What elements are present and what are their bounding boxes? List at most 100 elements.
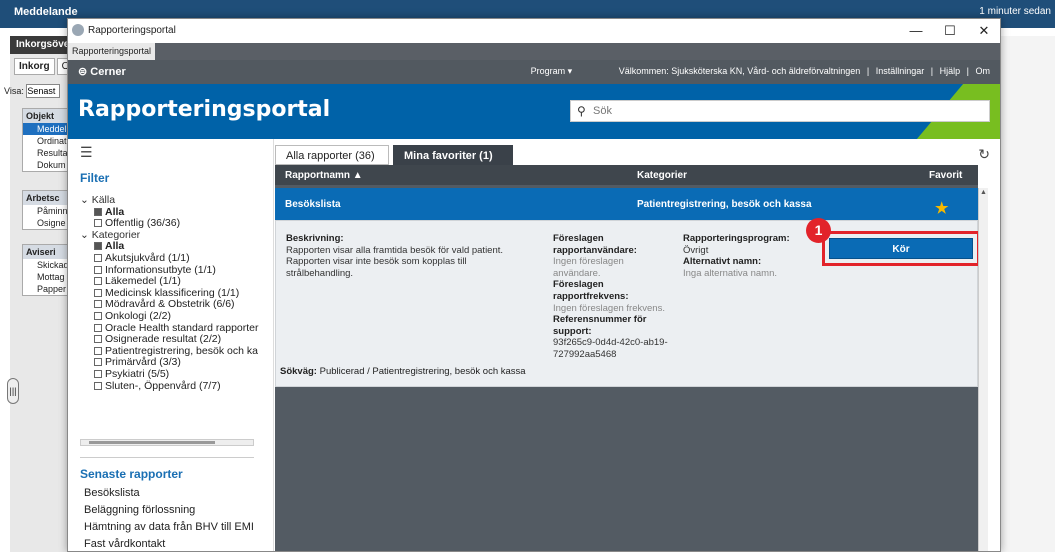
report-portal-window: Rapporteringsportal — ☐ ✕ Rapporteringsp… (67, 18, 1001, 552)
checkbox-icon (94, 335, 102, 344)
background-box-objekt: Objekt Meddel Ordinat Resultat Dokum (22, 108, 68, 172)
box-item[interactable]: Papper (23, 283, 67, 295)
recent-report-link[interactable]: Beläggning förlossning (84, 502, 254, 519)
box-item[interactable]: Skickad (23, 259, 67, 271)
box-header[interactable]: Aviseri (23, 245, 67, 259)
row-report-category: Patientregistrering, besök och kassa (637, 199, 812, 210)
checkbox-icon (94, 288, 102, 297)
recent-reports-title: Senaste rapporter (80, 467, 183, 481)
users-value: användare. (553, 267, 601, 279)
minimize-button[interactable]: — (900, 21, 932, 41)
page-title: Rapporteringsportal (78, 97, 331, 122)
grid-header: Rapportnamn ▲ Kategorier Favorit (275, 165, 978, 185)
cerner-logo-text: Cerner (90, 66, 126, 78)
checkbox-icon (94, 346, 102, 355)
column-header-favorite[interactable]: Favorit (929, 170, 962, 181)
checkbox-icon (94, 369, 102, 378)
box-item[interactable]: Påminn (23, 205, 67, 217)
welcome-text: Välkommen: Sjuksköterska KN, Vård- och ä… (618, 66, 861, 76)
column-header-category[interactable]: Kategorier (637, 170, 687, 181)
path-value: Publicerad / Patientregistrering, besök … (319, 366, 526, 378)
background-box-avisering: Aviseri Skickad Mottag Papper (22, 244, 68, 296)
nav-separator: | (866, 66, 870, 76)
about-link[interactable]: Om (976, 66, 991, 76)
favorite-star-icon[interactable]: ★ (935, 199, 948, 217)
checkbox-icon (94, 300, 102, 309)
filter-option-label: Mödravård & Obstetrik (6/6) (105, 298, 235, 311)
report-detail-panel: Beskrivning: Rapporten visar alla framti… (275, 218, 980, 387)
recent-report-link[interactable]: Hämtning av data från BHV till EMI (84, 519, 254, 536)
box-item[interactable]: Osigne (23, 217, 67, 229)
search-input[interactable]: ⚲ Sök (570, 100, 990, 122)
hamburger-menu-icon[interactable]: ☰ (80, 144, 93, 161)
recent-report-link[interactable]: Besökslista (84, 485, 254, 502)
step-badge: 1 (806, 218, 831, 243)
filter-option-label: Sluten-, Öppenvård (7/7) (105, 379, 221, 392)
detail-meta: Föreslagen rapportanvändare: Ingen föres… (553, 233, 678, 361)
description-label: Beskrivning: (286, 233, 344, 244)
background-visa: Visa: (4, 84, 61, 98)
window-tab[interactable]: Rapporteringsportal (68, 43, 156, 60)
background-time: 1 minuter sedan (979, 6, 1051, 17)
filter-option-label: Oracle Health standard rapporter (105, 321, 259, 334)
filter-horizontal-scrollbar[interactable] (80, 439, 254, 446)
checkbox-icon (94, 265, 102, 274)
description-line: Rapporten visar alla framtida besök för … (286, 244, 504, 256)
recent-report-link[interactable]: Fast vårdkontakt (84, 536, 254, 551)
scrollbar-thumb[interactable] (89, 441, 215, 444)
filter-option-label: Osignerade resultat (2/2) (105, 333, 222, 346)
visa-input[interactable] (26, 84, 61, 98)
recent-reports-list: Besökslista Beläggning förlossning Hämtn… (84, 485, 254, 551)
portal-banner: Rapporteringsportal ⚲ Sök (68, 84, 1000, 139)
settings-link[interactable]: Inställningar (876, 66, 925, 76)
filter-title: Filter (80, 171, 110, 185)
report-path: Sökväg: Publicerad / Patientregistrering… (280, 366, 526, 378)
box-header[interactable]: Objekt (23, 109, 67, 123)
frequency-label: Föreslagen (553, 279, 604, 291)
users-label: rapportanvändare: (553, 244, 637, 256)
column-header-name[interactable]: Rapportnamn ▲ (285, 170, 363, 181)
window-titlebar[interactable]: Rapporteringsportal — ☐ ✕ (68, 19, 1000, 43)
checkbox-icon (94, 277, 102, 286)
reference-value: 727992aa5468 (553, 348, 617, 360)
close-button[interactable]: ✕ (968, 21, 1000, 41)
filter-option-label: Primärvård (3/3) (105, 356, 181, 369)
box-item[interactable]: Resultat (23, 147, 67, 159)
filter-option-label: Alla (105, 240, 125, 253)
tab-my-favorites[interactable]: Mina favoriter (1) (393, 145, 513, 165)
box-header[interactable]: Arbetsc (23, 191, 67, 205)
program-menu[interactable]: Program ▾ (531, 66, 573, 76)
alt-name-label: Alternativt namn: (683, 256, 762, 268)
description-line: strålbehandling. (286, 267, 354, 279)
filter-group-label: Kategorier (91, 228, 141, 241)
box-item[interactable]: Dokum (23, 159, 67, 171)
run-button[interactable]: Kör (829, 238, 973, 259)
run-button-highlight: Kör (822, 231, 980, 266)
filter-option-label: Medicinsk klassificering (1/1) (105, 286, 240, 299)
box-item[interactable]: Meddel (23, 123, 67, 135)
filter-list: ⌄ Källa Alla Offentlig (36/36) ⌄ Kategor… (80, 195, 270, 392)
background-tab-inkorg[interactable]: Inkorg (14, 58, 55, 75)
filter-option[interactable]: Sluten-, Öppenvård (7/7) (80, 379, 270, 393)
filter-sidebar: ☰ Filter ⌄ Källa Alla Offentlig (36/36) … (68, 139, 274, 551)
alt-name-value: Inga alternativa namn. (683, 267, 778, 279)
tab-all-reports[interactable]: Alla rapporter (36) (275, 145, 389, 165)
box-item[interactable]: Mottag (23, 271, 67, 283)
nav-separator: | (966, 66, 969, 76)
box-item[interactable]: Ordinat (23, 135, 67, 147)
table-row[interactable]: Besökslista Patientregistrering, besök o… (275, 188, 978, 220)
scroll-up-arrow-icon[interactable]: ▲ (980, 189, 987, 196)
search-placeholder: Sök (593, 105, 612, 117)
help-link[interactable]: Hjälp (940, 66, 961, 76)
filter-option-label: Onkologi (2/2) (105, 309, 171, 322)
checkbox-icon (94, 253, 102, 262)
checkbox-icon (94, 381, 102, 390)
users-label: Föreslagen (553, 233, 604, 244)
resize-handle-icon[interactable]: ||| (7, 378, 19, 404)
visa-label: Visa: (4, 86, 24, 96)
filter-option-label: Offentlig (36/36) (105, 217, 181, 230)
grid-vertical-scrollbar[interactable]: ▲ (978, 188, 988, 551)
checkbox-icon (94, 323, 102, 332)
refresh-icon[interactable]: ↻ (978, 146, 990, 163)
maximize-button[interactable]: ☐ (934, 21, 966, 41)
